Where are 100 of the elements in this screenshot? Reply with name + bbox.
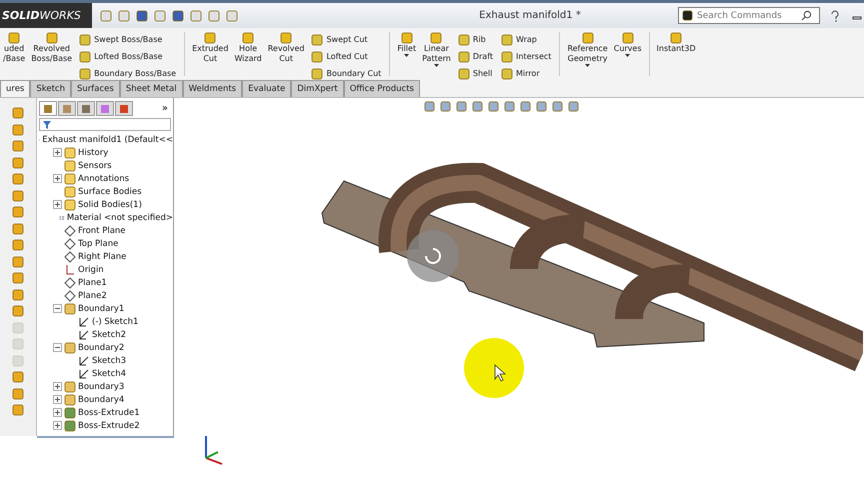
- panel-tab[interactable]: [39, 101, 57, 116]
- sketch-icon: [78, 328, 90, 340]
- tree-item[interactable]: History: [78, 148, 108, 158]
- search-input[interactable]: Search Commands: [697, 10, 797, 20]
- ribbon-button[interactable]: Boundary Cut: [311, 66, 382, 81]
- expand-icon[interactable]: [53, 148, 62, 157]
- ribbon-button[interactable]: Linear Pattern: [419, 32, 454, 78]
- expand-icon[interactable]: [53, 382, 62, 391]
- tree-item[interactable]: Boss-Extrude2: [78, 420, 140, 430]
- search-icon: [801, 10, 812, 21]
- extrude-icon: [64, 420, 76, 432]
- expand-icon[interactable]: [53, 200, 62, 209]
- sketch-icon: [78, 354, 90, 366]
- ribbon-button[interactable]: Instant3D: [654, 32, 699, 78]
- feature-icon: [311, 50, 324, 62]
- tree-item[interactable]: Boundary3: [78, 382, 124, 392]
- ribbon-button[interactable]: Draft: [458, 49, 494, 64]
- sketch-icon: [78, 368, 90, 380]
- ribbon-tab[interactable]: Weldments: [182, 80, 242, 97]
- feature-icon: [204, 32, 216, 44]
- tree-item[interactable]: Origin: [78, 264, 104, 274]
- plane-icon: [64, 250, 76, 262]
- collapse-icon[interactable]: [53, 304, 62, 313]
- more-button[interactable]: »: [162, 103, 171, 114]
- feature-icon: [79, 50, 92, 62]
- tree-item[interactable]: Boundary2: [78, 342, 124, 352]
- ribbon-button[interactable]: Swept Cut: [311, 32, 382, 47]
- tree-item[interactable]: Annotations: [78, 174, 130, 184]
- ribbon-tab[interactable]: Office Products: [344, 80, 420, 97]
- tree-item[interactable]: Material <not specified>: [66, 212, 173, 222]
- ribbon-tab[interactable]: Evaluate: [242, 80, 292, 97]
- feature-icon: [280, 32, 292, 44]
- tree-item[interactable]: Plane1: [78, 278, 107, 288]
- tool-icon: [12, 371, 24, 384]
- feature-icon: [64, 394, 76, 406]
- ribbon-button[interactable]: Wrap: [501, 32, 552, 47]
- tree-item[interactable]: Sketch4: [92, 368, 126, 378]
- feature-icon: [311, 34, 324, 46]
- ribbon-button[interactable]: Boundary Boss/Base: [79, 66, 176, 81]
- expand-icon[interactable]: [53, 395, 62, 404]
- ribbon-tab[interactable]: Sketch: [30, 80, 71, 97]
- panel-tab[interactable]: [115, 101, 133, 116]
- tool-icon: [12, 404, 24, 416]
- tree-item[interactable]: Sensors: [78, 160, 112, 170]
- ribbon-button[interactable]: Curves: [610, 32, 645, 78]
- tree-item[interactable]: Boundary4: [78, 394, 124, 404]
- ribbon-button[interactable]: Swept Boss/Base: [79, 32, 176, 47]
- ribbon-tab[interactable]: DimXpert: [291, 80, 344, 97]
- feature-icon: [46, 32, 58, 44]
- ribbon-button[interactable]: Reference Geometry: [564, 32, 611, 78]
- tool-icon: [12, 140, 24, 152]
- ribbon-button[interactable]: Fillet: [394, 32, 420, 78]
- ribbon-button[interactable]: uded /Base: [0, 32, 28, 78]
- tree-item[interactable]: (-) Sketch1: [92, 316, 138, 326]
- feature-icon: [8, 32, 20, 44]
- ribbon-tab[interactable]: Sheet Metal: [120, 80, 183, 97]
- tree-item[interactable]: Solid Bodies(1): [78, 200, 142, 210]
- ribbon-button[interactable]: Hole Wizard: [231, 32, 265, 78]
- ribbon-button[interactable]: Extruded Cut: [189, 32, 232, 78]
- expand-icon[interactable]: [53, 408, 62, 417]
- tree-item[interactable]: Sketch2: [92, 330, 126, 340]
- sketch-icon: [78, 316, 90, 328]
- tool-icon: [12, 222, 24, 235]
- ribbon-button[interactable]: Revolved Cut: [264, 32, 308, 78]
- tool-icon: [12, 156, 24, 169]
- ribbon-button[interactable]: Lofted Boss/Base: [79, 49, 176, 64]
- help-icon[interactable]: [830, 10, 840, 22]
- tree-item[interactable]: Boss-Extrude1: [78, 408, 140, 418]
- filter-icon: [43, 120, 51, 128]
- ribbon-button[interactable]: Rib: [458, 32, 494, 47]
- tool-icon: [12, 190, 24, 202]
- feature-icon: [311, 68, 324, 80]
- filter-field[interactable]: [39, 118, 171, 131]
- tree-item[interactable]: Front Plane: [78, 226, 126, 236]
- tree-item[interactable]: Right Plane: [78, 252, 126, 262]
- tree-item[interactable]: Surface Bodies: [78, 186, 142, 196]
- tool-icon: [12, 256, 24, 268]
- plane-icon: [64, 238, 76, 250]
- panel-tab[interactable]: [77, 101, 95, 116]
- search-field[interactable]: Search Commands: [678, 7, 820, 24]
- ribbon-button[interactable]: Revolved Boss/Base: [28, 32, 76, 78]
- feature-icon: [64, 302, 76, 314]
- tree-root[interactable]: Exhaust manifold1 (Default<<: [42, 134, 173, 144]
- feature-icon: [400, 32, 413, 44]
- tree-item[interactable]: Sketch3: [92, 356, 126, 366]
- app-logo: SOLIDWORKS: [0, 3, 92, 28]
- expand-icon[interactable]: [53, 421, 62, 430]
- ribbon-tab[interactable]: ures: [0, 80, 30, 97]
- ribbon-button[interactable]: Intersect: [501, 49, 552, 64]
- ribbon-button[interactable]: Shell: [458, 66, 494, 81]
- ribbon-button[interactable]: Mirror: [501, 66, 552, 81]
- collapse-icon[interactable]: [53, 343, 62, 352]
- ribbon-button[interactable]: Lofted Cut: [311, 49, 382, 64]
- expand-icon[interactable]: [53, 174, 62, 183]
- feature-icon: [501, 68, 514, 80]
- tool-icon: [12, 272, 24, 284]
- tree-item[interactable]: Top Plane: [78, 238, 118, 248]
- ribbon-tab[interactable]: Surfaces: [71, 80, 120, 97]
- tree-item[interactable]: Boundary1: [78, 304, 124, 314]
- tree-item[interactable]: Plane2: [78, 290, 107, 300]
